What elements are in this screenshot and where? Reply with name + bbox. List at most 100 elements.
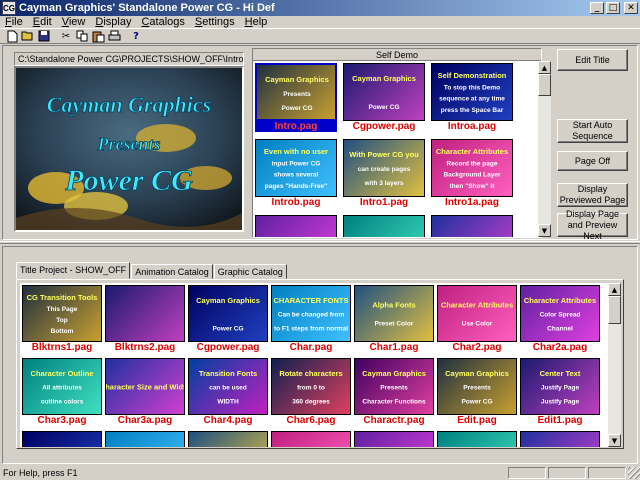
save-icon[interactable] (36, 29, 52, 43)
self-demo-thumbnail-label: Introb.pag (271, 197, 321, 208)
catalog-thumbnail[interactable]: Cayman Graphics Presents Power CG Edit.pag (437, 358, 517, 426)
self-demo-thumbnail[interactable]: Backgrounds (431, 215, 513, 237)
tab-animation-catalog[interactable]: Animation Catalog (131, 264, 213, 279)
self-demo-thumbnail[interactable]: Background (255, 215, 337, 237)
catalog-thumbnail[interactable]: Blktrns2.pag (105, 285, 185, 353)
menu-catalogs[interactable]: Catalogs (136, 16, 189, 28)
catalog-thumbnail[interactable]: Justified (22, 431, 102, 447)
catalog-thumbnail[interactable]: Transition Fonts can be used WIDTH Char4.pa… (188, 358, 268, 426)
self-demo-title: Self Demo (253, 49, 541, 61)
self-demo-thumbnail[interactable]: Self Demonstration To stop this Demo seque… (431, 63, 513, 132)
menu-file[interactable]: File (0, 16, 28, 28)
copy-icon[interactable] (74, 29, 90, 43)
catalog-thumbnail[interactable]: Edit (271, 431, 351, 447)
self-demo-thumbnail-image: With Power CG you can create pages with 3 … (343, 139, 425, 197)
maximize-button[interactable]: □ (606, 2, 620, 14)
catalog-thumbnail-text: CG Transition Tools (27, 293, 98, 302)
catalog-thumbnail-text: Justify Page (541, 398, 580, 405)
catalog-thumbnail[interactable]: CG Transition Tools This Page Top Bottom Blk… (22, 285, 102, 353)
display-page-preview-next-button[interactable]: Display Page and Preview Next (557, 209, 628, 241)
self-demo-thumbnail-text: Even with no user (264, 147, 328, 156)
tab-graphic-catalog[interactable]: Graphic Catalog (213, 264, 287, 279)
tab-title-project[interactable]: Title Project - SHOW_OFF (16, 262, 131, 279)
scroll-thumb[interactable] (608, 296, 621, 324)
catalog-thumbnail-text: Transition Fonts (199, 369, 257, 378)
catalog-thumbnail-text: Power CG (461, 398, 492, 405)
scroll-down-icon[interactable]: ▼ (608, 434, 621, 447)
self-demo-thumbnail[interactable]: With Power CG you can create pages with 3 … (343, 139, 425, 208)
scroll-up-icon[interactable]: ▲ (538, 61, 551, 74)
self-demo-scrollbar[interactable]: ▲ ▼ (538, 61, 551, 237)
catalog-thumbnail[interactable]: Stop position tool (105, 431, 185, 447)
paste-icon[interactable] (90, 29, 106, 43)
catalog-thumbnail-image: Character Size and Width (105, 358, 185, 415)
catalog-thumbnail-label: Blktrns2.pag (114, 342, 176, 353)
menu-display[interactable]: Display (90, 16, 136, 28)
catalog-thumbnail[interactable]: CHARACTER FONTS Can be changed from to F1 … (271, 285, 351, 353)
self-demo-thumbnail[interactable]: Use Color Spreads (343, 215, 425, 237)
start-auto-sequence-button[interactable]: Start Auto Sequence (557, 119, 628, 143)
print-icon[interactable] (106, 29, 122, 43)
self-demo-thumbnail-image: Backgrounds (431, 215, 513, 237)
self-demo-thumbnail[interactable]: Cayman Graphics Power CG Cgpower.pag (343, 63, 425, 132)
catalog-thumbnail[interactable]: Edit Tabs (354, 431, 434, 447)
self-demo-thumbnail[interactable]: Even with no user input Power CG shows sev… (255, 139, 337, 208)
status-bar: For Help, press F1 (0, 465, 640, 480)
catalog-thumbnail-text: This Page (47, 306, 78, 313)
catalog-thumbnail-text: Channel (547, 325, 573, 332)
catalog-thumbnail-label: Edit.pag (457, 415, 497, 426)
page-off-button[interactable]: Page Off (557, 151, 628, 171)
new-icon[interactable] (4, 29, 20, 43)
self-demo-thumbnail[interactable]: Cayman Graphics Presents Power CG Intro.pag (255, 63, 337, 132)
catalog-thumbnail[interactable]: Rotate characters from 0 to 360 degrees Cha… (271, 358, 351, 426)
scroll-down-icon[interactable]: ▼ (538, 224, 551, 237)
catalog-thumbnail[interactable]: Center Text Justify Page Justify Page Edit1… (520, 358, 600, 426)
splitter[interactable] (0, 241, 640, 244)
menu-edit[interactable]: Edit (28, 16, 57, 28)
menu-settings[interactable]: Settings (190, 16, 240, 28)
menu-help[interactable]: Help (240, 16, 273, 28)
catalog-thumbnail-text: Preset Color (375, 321, 414, 328)
self-demo-thumbnail-label: Introa.pag (447, 121, 497, 132)
preview-line2: Presents (97, 134, 161, 154)
display-previewed-page-button[interactable]: Display Previewed Page (557, 183, 628, 207)
catalog-thumbnail-text: Character Attributes (441, 300, 513, 309)
catalog-thumbnail[interactable]: Character Attributes Use Color Char2.pag (437, 285, 517, 353)
status-cell (508, 466, 546, 479)
menu-view[interactable]: View (57, 16, 91, 28)
help-icon[interactable]: ? (128, 29, 144, 43)
catalog-thumbnail-label: Char3a.pag (117, 415, 173, 426)
catalog-thumbnail[interactable]: Character Size and Width Char3a.pag (105, 358, 185, 426)
catalog-thumbnail-text: Justify Page (541, 385, 580, 392)
catalog-thumbnail-image: Edit (271, 431, 351, 447)
self-demo-thumbnail-text: input Power CG (272, 160, 321, 167)
close-button[interactable]: ✕ (624, 2, 638, 14)
catalog-thumbnail[interactable]: Tabs (520, 431, 600, 447)
catalog-thumbnail[interactable]: Typefaces (188, 431, 268, 447)
catalog-thumbnail[interactable]: Alpha Fonts Preset Color Char1.pag (354, 285, 434, 353)
self-demo-thumbnail-image: Cayman Graphics Presents Power CG (255, 63, 337, 121)
minimize-button[interactable]: _ (590, 2, 604, 14)
self-demo-thumbnail[interactable]: Character Attributes Record the page Backg… (431, 139, 513, 208)
catalog-thumbnail-image: Cayman Graphics Power CG (188, 285, 268, 342)
catalog-thumbnail[interactable]: Character Attributes Color Spread Channel C… (520, 285, 600, 353)
catalog-thumbnail[interactable]: Cayman Graphics Power CG Cgpower.pag (188, 285, 268, 353)
self-demo-thumbnail-image: Cayman Graphics Power CG (343, 63, 425, 121)
catalog-scrollbar[interactable]: ▲ ▼ (608, 283, 621, 447)
catalog-thumbnail-text: from 0 to (297, 385, 325, 392)
open-icon[interactable] (20, 29, 36, 43)
catalog-thumbnail[interactable]: Justify Left Page (437, 431, 517, 447)
self-demo-thumbnail-text: press the Space Bar (441, 107, 504, 114)
scroll-up-icon[interactable]: ▲ (608, 283, 621, 296)
catalog-thumbnail[interactable]: Cayman Graphics Presents Character Functio… (354, 358, 434, 426)
catalog-thumbnail-text: to F1 steps from normal (274, 325, 348, 332)
catalog-thumbnail-label: Charactr.pag (363, 415, 425, 426)
catalog-thumbnail[interactable]: Character Outline All attributes outline c… (22, 358, 102, 426)
catalog-thumbnail-label: Cgpower.pag (196, 342, 260, 353)
catalog-thumbnail-text: Top (56, 317, 67, 324)
cut-icon[interactable]: ✂ (58, 29, 74, 43)
catalog-thumbnail-text: Character Functions (362, 398, 426, 405)
resize-grip[interactable] (628, 466, 640, 479)
scroll-thumb[interactable] (538, 74, 551, 96)
edit-title-button[interactable]: Edit Title (557, 49, 628, 71)
